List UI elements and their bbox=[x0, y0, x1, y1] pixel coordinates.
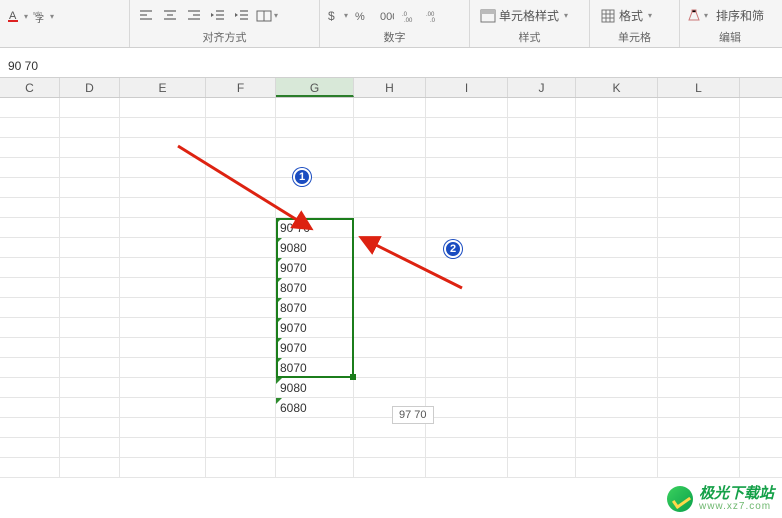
pinyin-field-button[interactable]: wén字▾ bbox=[32, 6, 54, 26]
col-header-f[interactable]: F bbox=[206, 78, 276, 97]
cell-tooltip: 97 70 bbox=[392, 406, 434, 424]
cell-g10[interactable]: 6080 bbox=[276, 398, 354, 417]
format-button[interactable]: 格式▾ bbox=[596, 5, 656, 26]
group-label-font bbox=[6, 45, 123, 47]
grid-rows: 90 70 9080 9070 8070 8070 9070 9070 8070… bbox=[0, 98, 782, 478]
table-row: 9070 bbox=[0, 318, 782, 338]
cell-g7[interactable]: 9070 bbox=[276, 338, 354, 357]
align-left-icon[interactable] bbox=[136, 6, 156, 26]
comma-style-icon[interactable]: 000 bbox=[376, 6, 396, 26]
svg-text:$: $ bbox=[328, 9, 335, 23]
watermark-url: www.xz7.com bbox=[699, 501, 774, 512]
group-label-number: 数字 bbox=[326, 29, 463, 47]
badge-1: 1 bbox=[293, 168, 311, 186]
cell-g2[interactable]: 9080 bbox=[276, 238, 354, 257]
table-row: 9070 bbox=[0, 258, 782, 278]
font-color-button[interactable]: A▾ bbox=[6, 6, 28, 26]
increase-decimal-icon[interactable]: .0.00 bbox=[400, 6, 420, 26]
cell-g3[interactable]: 9070 bbox=[276, 258, 354, 277]
svg-text:字: 字 bbox=[35, 13, 44, 24]
formula-input[interactable]: 90 70 bbox=[8, 54, 774, 78]
table-row: 90 70 bbox=[0, 218, 782, 238]
col-header-g[interactable]: G bbox=[276, 78, 354, 97]
group-label-cells: 单元格 bbox=[596, 29, 673, 47]
watermark: 极光下载站 www.xz7.com bbox=[667, 486, 774, 512]
ribbon-group-cells: 格式▾ 单元格 bbox=[590, 0, 680, 47]
svg-text:.00: .00 bbox=[404, 18, 413, 24]
badge-2: 2 bbox=[444, 240, 462, 258]
cell-styles-button[interactable]: 单元格样式▾ bbox=[476, 5, 572, 26]
ribbon-group-editing: ▾ 排序和筛 编辑 bbox=[680, 0, 780, 47]
percent-icon[interactable]: % bbox=[352, 6, 372, 26]
ribbon-group-align: ▾ 对齐方式 bbox=[130, 0, 320, 47]
col-header-i[interactable]: I bbox=[426, 78, 508, 97]
svg-text:%: % bbox=[355, 11, 365, 23]
table-row: 9080 bbox=[0, 238, 782, 258]
ribbon-group-number: $▾ % 000 .0.00 .00.0 数字 bbox=[320, 0, 470, 47]
table-row: 6080 bbox=[0, 398, 782, 418]
col-header-k[interactable]: K bbox=[576, 78, 658, 97]
table-row: 8070 bbox=[0, 358, 782, 378]
decrease-decimal-icon[interactable]: .00.0 bbox=[424, 6, 444, 26]
watermark-name: 极光下载站 bbox=[699, 486, 774, 501]
format-label: 格式 bbox=[619, 7, 643, 24]
col-header-d[interactable]: D bbox=[60, 78, 120, 97]
formula-bar: 90 70 bbox=[0, 54, 782, 78]
svg-text:000: 000 bbox=[380, 11, 394, 23]
spreadsheet-grid[interactable]: C D E F G H I J K L 90 70 9080 9070 8070… bbox=[0, 78, 782, 518]
ribbon: A▾ wén字▾ ▾ 对齐方式 $▾ % 000 .0.00 .00.0 数字 bbox=[0, 0, 782, 48]
svg-text:.0: .0 bbox=[430, 18, 436, 24]
group-label-styles: 样式 bbox=[476, 29, 583, 47]
indent-increase-icon[interactable] bbox=[232, 6, 252, 26]
col-header-j[interactable]: J bbox=[508, 78, 576, 97]
col-header-l[interactable]: L bbox=[658, 78, 740, 97]
col-header-e[interactable]: E bbox=[120, 78, 206, 97]
align-center-icon[interactable] bbox=[160, 6, 180, 26]
cell-g6[interactable]: 9070 bbox=[276, 318, 354, 337]
sort-label: 排序和筛 bbox=[716, 7, 764, 24]
table-row: 8070 bbox=[0, 298, 782, 318]
clear-icon[interactable]: ▾ bbox=[686, 6, 708, 26]
col-header-h[interactable]: H bbox=[354, 78, 426, 97]
table-row: 8070 bbox=[0, 278, 782, 298]
group-label-editing: 编辑 bbox=[686, 29, 774, 47]
cell-g1[interactable]: 90 70 bbox=[276, 218, 354, 237]
ribbon-group-font: A▾ wén字▾ bbox=[0, 0, 130, 47]
cell-g9[interactable]: 9080 bbox=[276, 378, 354, 397]
indent-decrease-icon[interactable] bbox=[208, 6, 228, 26]
ribbon-group-styles: 单元格样式▾ 样式 bbox=[470, 0, 590, 47]
col-header-c[interactable]: C bbox=[0, 78, 60, 97]
table-row: 9080 bbox=[0, 378, 782, 398]
cell-g4[interactable]: 8070 bbox=[276, 278, 354, 297]
column-headers: C D E F G H I J K L bbox=[0, 78, 782, 98]
watermark-icon bbox=[667, 486, 693, 512]
cell-g5[interactable]: 8070 bbox=[276, 298, 354, 317]
align-right-icon[interactable] bbox=[184, 6, 204, 26]
cell-styles-label: 单元格样式 bbox=[499, 7, 559, 24]
cell-g8[interactable]: 8070 bbox=[276, 358, 354, 377]
currency-icon[interactable]: $▾ bbox=[326, 6, 348, 26]
table-row: 9070 bbox=[0, 338, 782, 358]
group-label-align: 对齐方式 bbox=[136, 29, 313, 47]
merge-cells-icon[interactable]: ▾ bbox=[256, 6, 278, 26]
sort-filter-button[interactable]: 排序和筛 bbox=[712, 5, 768, 26]
